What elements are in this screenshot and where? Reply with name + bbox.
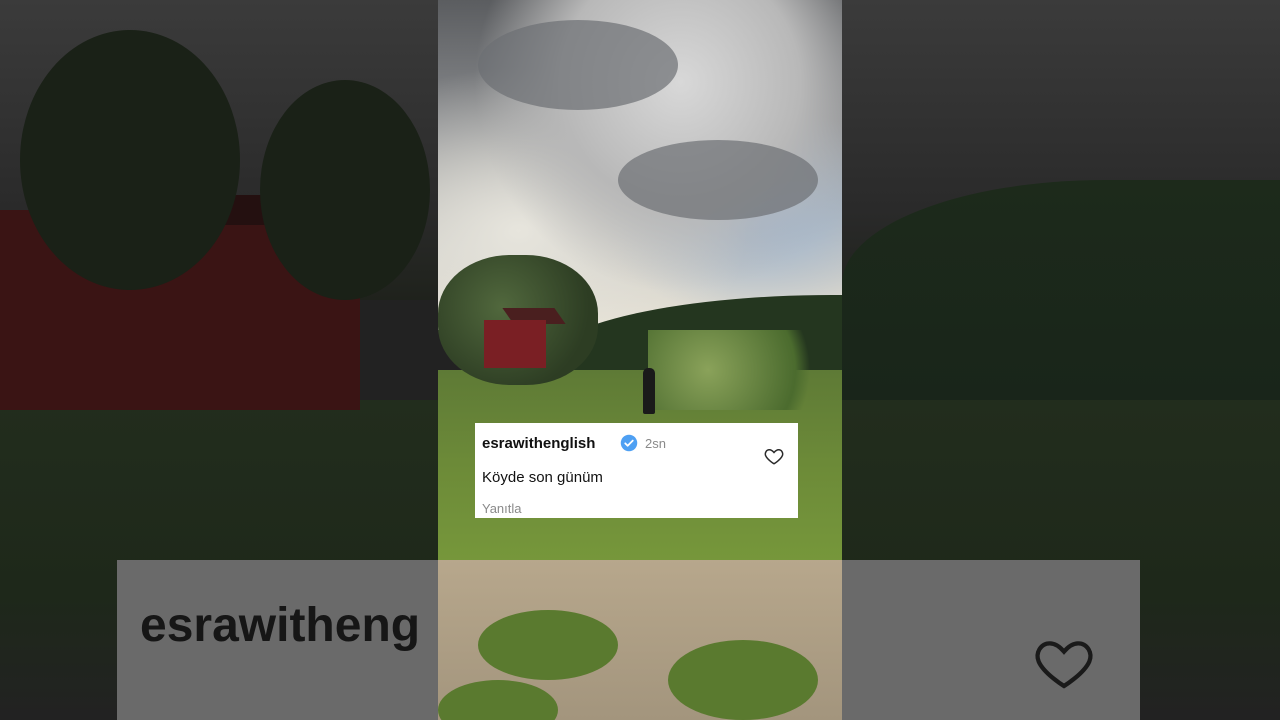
comment-text: Köyde son günüm	[482, 469, 603, 486]
backdrop-tree	[260, 80, 430, 300]
backdrop-username: esrawitheng	[140, 599, 421, 652]
person-running	[643, 368, 655, 414]
right-blurred-backdrop	[842, 0, 1280, 720]
reply-link[interactable]: Yanıtla	[482, 501, 522, 516]
red-barn	[484, 320, 546, 368]
comment-username[interactable]: esrawithenglish	[482, 435, 595, 452]
bushes	[648, 330, 842, 410]
heart-outline-icon[interactable]	[763, 445, 785, 467]
heart-outline-icon	[1035, 641, 1093, 689]
grass-tuft	[668, 640, 818, 720]
comment-timestamp: 2sn	[645, 436, 666, 451]
comment-card: esrawithenglish 2sn Köyde son günüm Yanı…	[475, 423, 798, 518]
video-frame[interactable]	[438, 0, 842, 720]
grass-tuft	[478, 610, 618, 680]
cloud	[478, 20, 678, 110]
left-blurred-backdrop: esrawitheng	[0, 0, 438, 720]
verified-badge-icon	[620, 434, 638, 452]
backdrop-tree	[20, 30, 240, 290]
cloud	[618, 140, 818, 220]
